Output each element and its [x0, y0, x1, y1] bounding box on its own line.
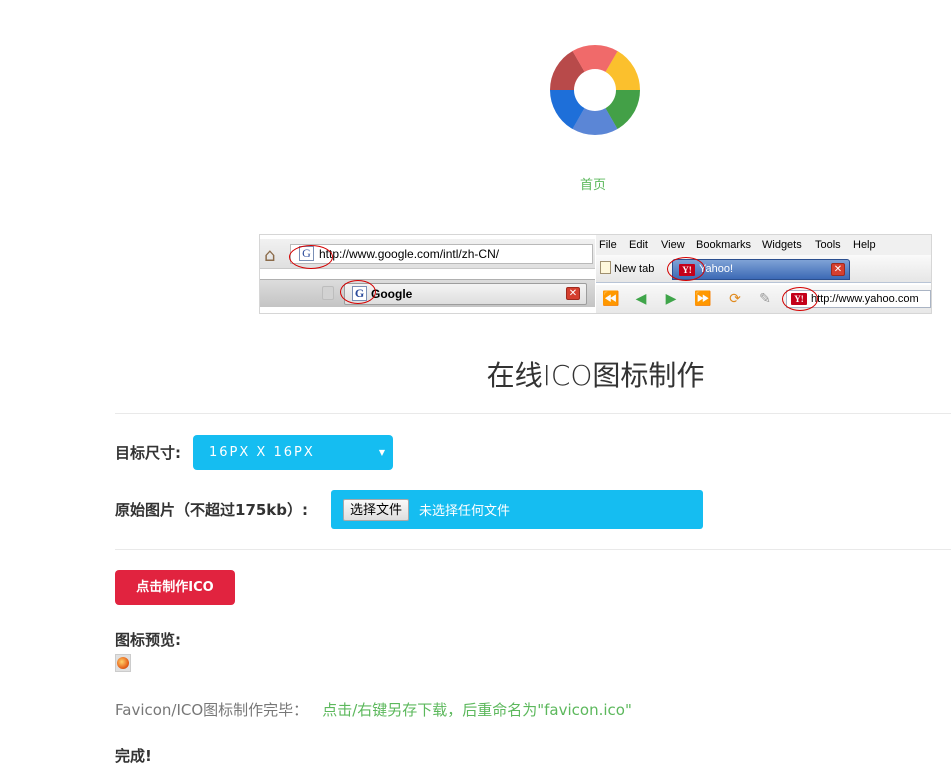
tab-scroll-icon — [322, 286, 334, 300]
done-text: 完成! — [115, 747, 152, 765]
size-select-value: 16PX X 16PX — [209, 445, 315, 460]
favicon-example-image: ⌂ G http://www.google.com/intl/zh-CN/ G … — [259, 234, 932, 314]
result-line: Favicon/ICO图标制作完毕： 点击/右键另存下载，后重命名为"favico… — [115, 699, 632, 720]
home-icon: ⌂ — [264, 245, 276, 266]
file-status: 未选择任何文件 — [419, 504, 511, 519]
close-icon: ✕ — [831, 263, 845, 276]
opera-url-text: http://www.yahoo.com — [811, 293, 919, 305]
opera-tab-strip: New tab Y! Yahoo! ✕ — [596, 255, 931, 283]
home-link[interactable]: 首页 — [570, 174, 616, 193]
menu-bookmarks: Bookmarks — [696, 239, 752, 251]
fast-forward-icon: ⏩ — [694, 291, 712, 307]
opera-menu-bar: File Edit View Bookmarks Widgets Tools H… — [596, 235, 931, 255]
menu-tools: Tools — [815, 239, 841, 251]
rewind-icon: ⏪ — [602, 291, 620, 307]
opera-new-tab: New tab — [600, 261, 654, 275]
highlight-oval — [782, 287, 818, 311]
size-label: 目标尺寸: — [115, 444, 181, 462]
preview-label: 图标预览: — [115, 631, 181, 649]
chevron-down-icon: ▼ — [378, 448, 385, 457]
highlight-oval — [667, 257, 705, 281]
opera-nav-bar: ⏪ ◀ ▶ ⏩ ⟳ ✎ Y! http://www.yahoo.com — [596, 285, 931, 313]
firefox-url: G http://www.google.com/intl/zh-CN/ — [290, 244, 593, 264]
highlight-oval — [340, 280, 376, 304]
edit-icon: ✎ — [759, 291, 771, 307]
make-ico-button[interactable]: 点击制作ICO — [115, 570, 235, 605]
forward-icon: ▶ — [665, 291, 677, 307]
divider — [115, 413, 951, 414]
menu-help: Help — [853, 239, 876, 251]
divider — [115, 549, 951, 550]
page-title: 在线ICO图标制作 — [486, 359, 705, 392]
menu-file: File — [599, 239, 617, 251]
firefox-address-bar: ⌂ G http://www.google.com/intl/zh-CN/ — [260, 239, 595, 269]
highlight-oval — [289, 245, 333, 269]
image-label: 原始图片（不超过175kb）: — [115, 501, 309, 519]
menu-view: View — [661, 239, 685, 251]
page-icon — [600, 261, 611, 274]
result-prefix: Favicon/ICO图标制作完毕： — [115, 701, 309, 719]
file-input[interactable]: 选择文件 未选择任何文件 — [331, 490, 703, 529]
firefox-url-text: http://www.google.com/intl/zh-CN/ — [319, 247, 500, 261]
ico-preview-image[interactable] — [115, 654, 131, 672]
menu-edit: Edit — [629, 239, 648, 251]
color-wheel-logo — [550, 45, 640, 135]
download-link[interactable]: 点击/右键另存下载，后重命名为"favicon.ico" — [322, 701, 632, 719]
firefox-tab: G Google ✕ — [344, 283, 587, 305]
firefox-tab-title: Google — [371, 287, 413, 301]
close-icon: ✕ — [566, 287, 580, 300]
menu-widgets: Widgets — [762, 239, 802, 251]
reload-icon: ⟳ — [729, 291, 741, 307]
firefox-example: ⌂ G http://www.google.com/intl/zh-CN/ G … — [260, 235, 595, 313]
back-icon: ◀ — [635, 291, 647, 307]
opera-example: File Edit View Bookmarks Widgets Tools H… — [596, 235, 931, 313]
size-select[interactable]: 16PX X 16PX ▼ — [193, 435, 393, 470]
firefox-tab-strip: G Google ✕ — [260, 279, 595, 307]
choose-file-button[interactable]: 选择文件 — [343, 499, 410, 521]
